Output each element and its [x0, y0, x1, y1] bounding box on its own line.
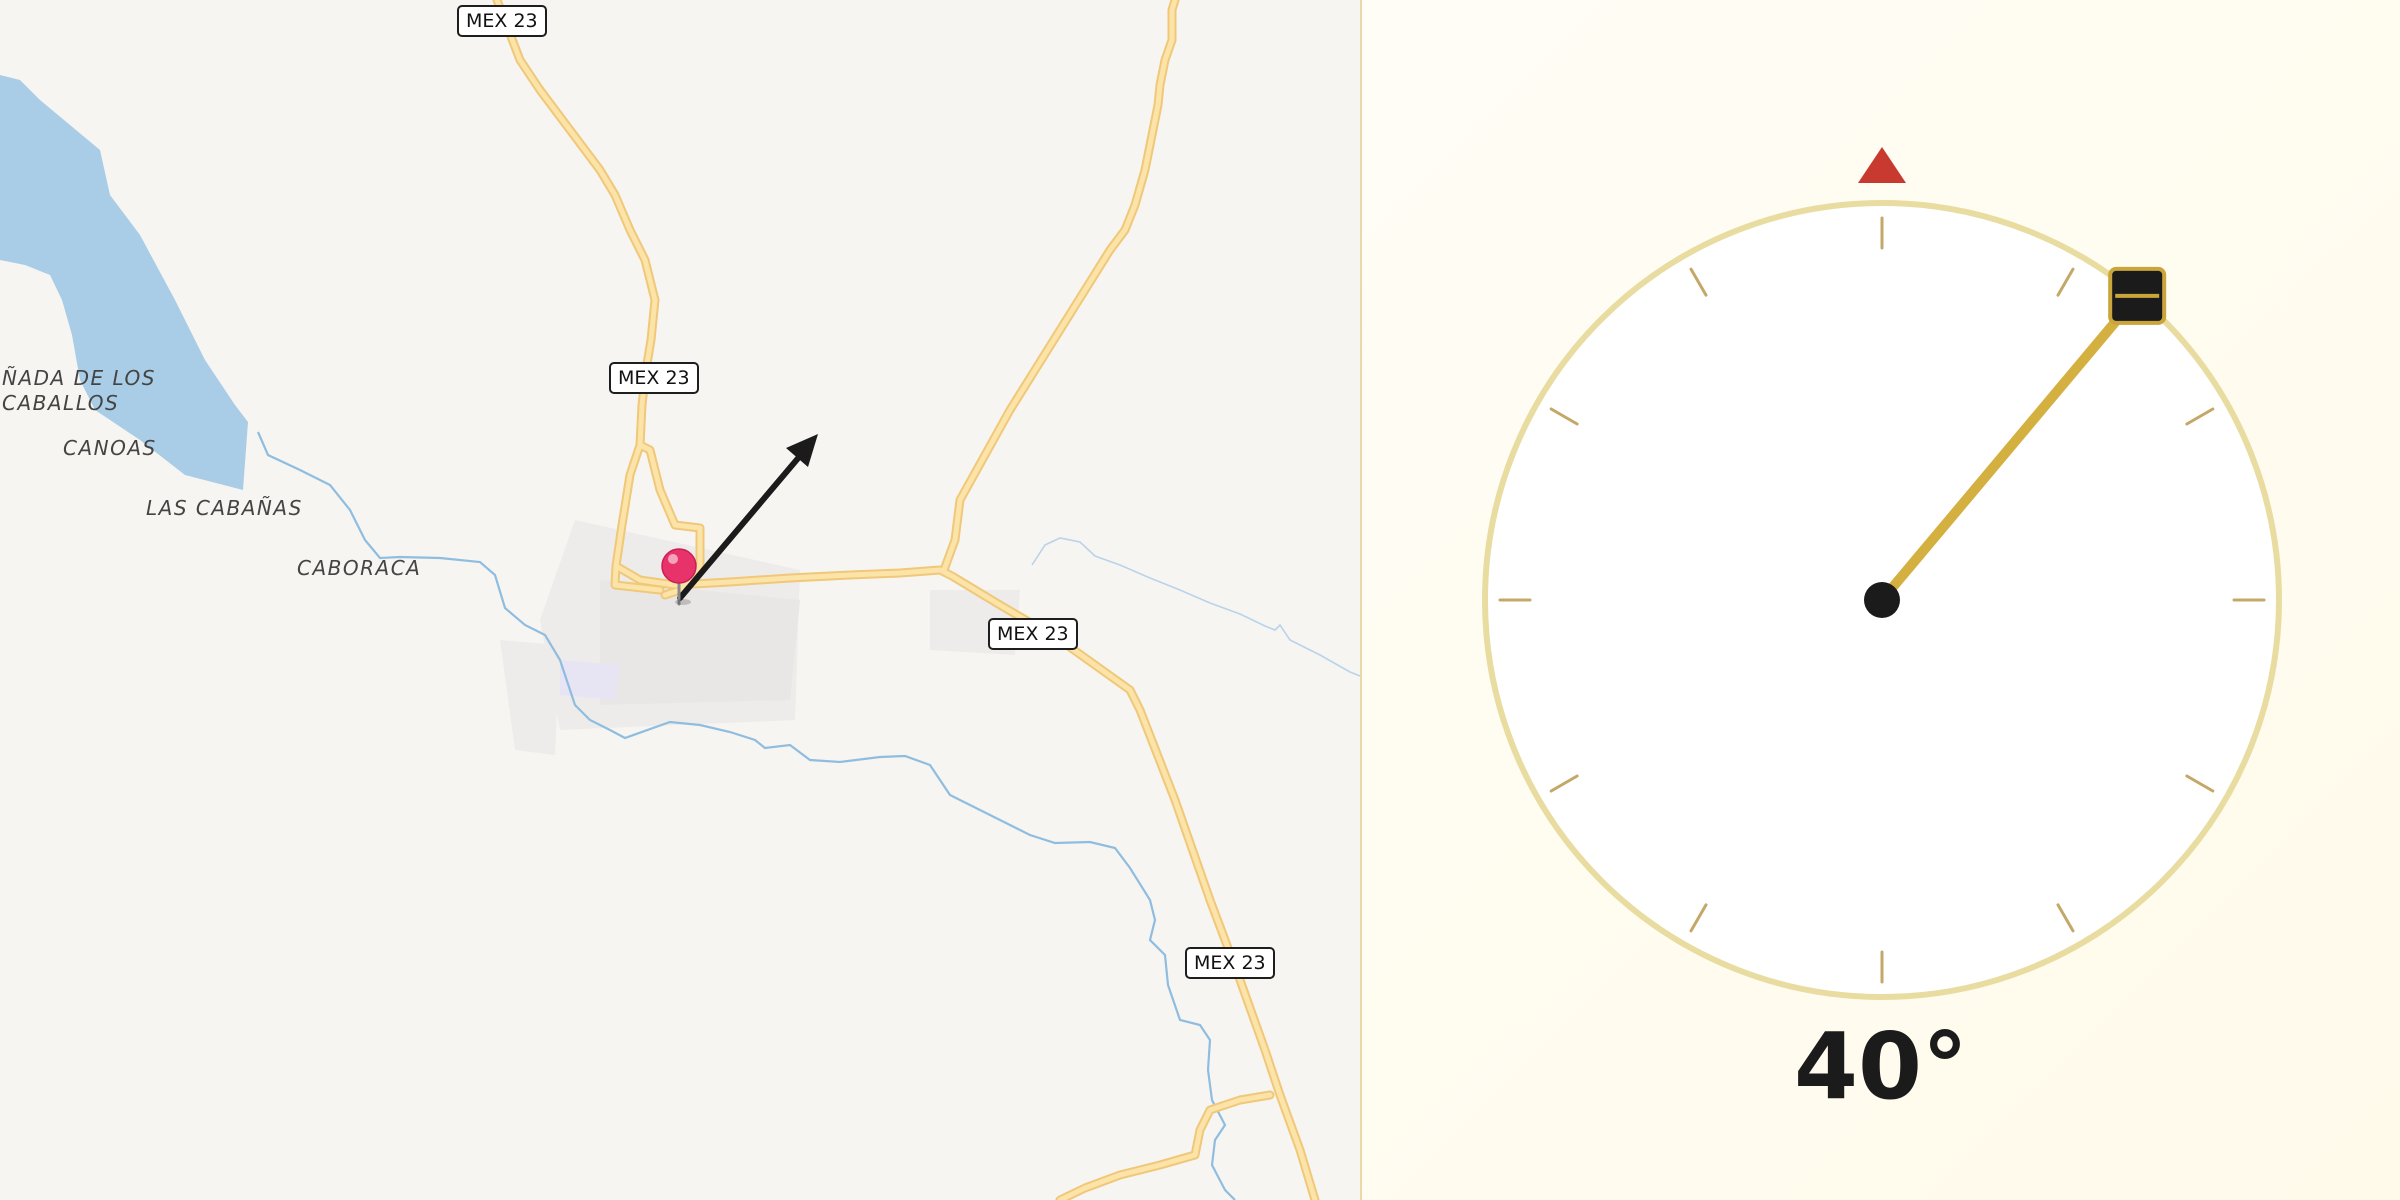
- map-view[interactable]: MEX 23 MEX 23 MEX 23 MEX 23 ÑADA DE LOS …: [0, 0, 1360, 1200]
- place-label: LAS CABAÑAS: [146, 496, 303, 520]
- place-label: CABORACA: [297, 556, 422, 580]
- river: [256, 431, 1236, 1200]
- app-root: MEX 23 MEX 23 MEX 23 MEX 23 ÑADA DE LOS …: [0, 0, 2400, 1200]
- urban-area: [500, 520, 1020, 755]
- heading-readout: 40°: [1793, 1013, 1969, 1120]
- road-shield: MEX 23: [609, 362, 699, 394]
- drag-handle-icon[interactable]: [2108, 266, 2167, 325]
- map-canvas: [0, 0, 1360, 1200]
- needle-hub: [1864, 582, 1900, 618]
- road-shield: MEX 23: [988, 618, 1078, 650]
- road-shield: MEX 23: [1185, 947, 1275, 979]
- compass-panel: 40°: [1362, 0, 2400, 1200]
- road-shield: MEX 23: [457, 5, 547, 37]
- north-triangle-icon: [1858, 147, 1906, 183]
- place-label: CABALLOS: [2, 391, 120, 415]
- place-label: CANOAS: [63, 436, 157, 460]
- lake: [0, 75, 248, 490]
- place-label: ÑADA DE LOS: [2, 366, 156, 390]
